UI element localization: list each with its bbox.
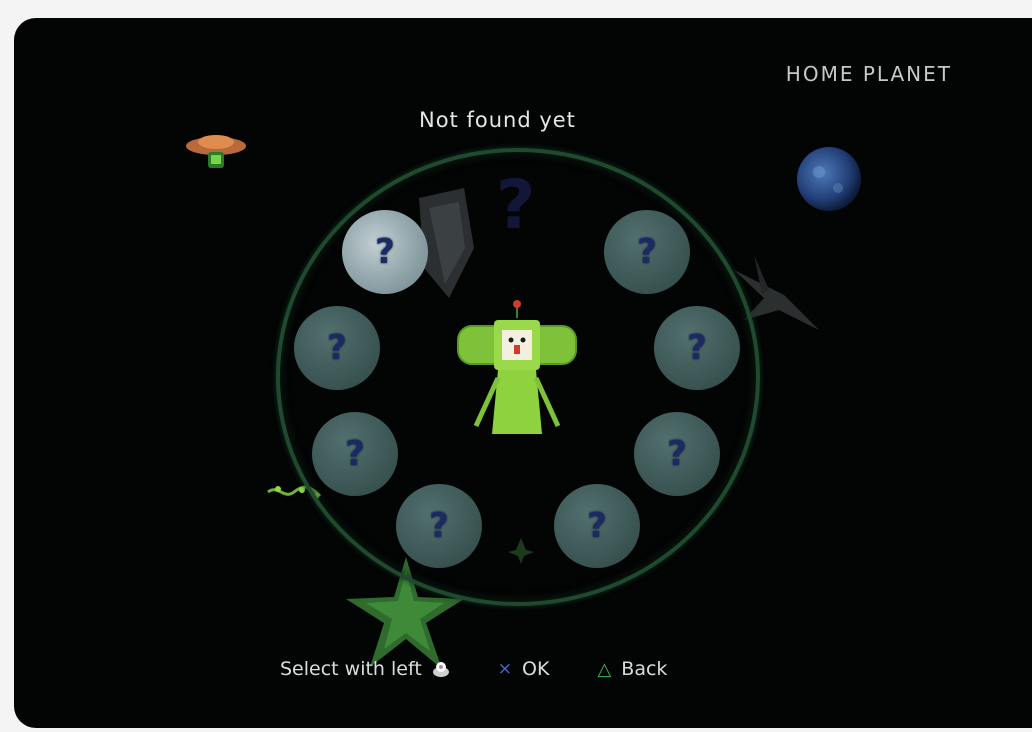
slot-1[interactable]: ? — [342, 210, 428, 294]
prince-character-icon — [457, 300, 577, 434]
controls-hint-bar: Select with left × OK △ Back — [280, 658, 667, 680]
question-mark-icon: ? — [375, 232, 395, 272]
slot-3[interactable]: ? — [294, 306, 380, 390]
left-stick-icon — [432, 662, 449, 677]
center-question-mark: ? — [496, 166, 536, 245]
slot-5[interactable]: ? — [312, 412, 398, 496]
question-mark-icon: ? — [687, 328, 707, 368]
game-screen: HOME PLANET Not found yet ? ? ? ? ? ? ? … — [14, 18, 1032, 728]
question-mark-icon: ? — [637, 232, 657, 272]
slot-8[interactable]: ? — [554, 484, 640, 568]
screen-title: HOME PLANET — [785, 62, 952, 86]
status-text: Not found yet — [419, 108, 576, 132]
question-mark-icon: ? — [667, 434, 687, 474]
back-label: Back — [621, 658, 668, 680]
question-mark-icon: ? — [345, 434, 365, 474]
slot-4[interactable]: ? — [654, 306, 740, 390]
planet-icon — [797, 147, 861, 211]
triangle-button-icon[interactable]: △ — [597, 659, 611, 680]
cross-button-icon[interactable]: × — [498, 659, 512, 679]
ok-label: OK — [522, 658, 550, 680]
select-hint-label: Select with left — [280, 658, 422, 680]
slot-2[interactable]: ? — [604, 210, 690, 294]
slot-7[interactable]: ? — [396, 484, 482, 568]
question-mark-icon: ? — [587, 506, 607, 546]
ufo-icon — [186, 135, 246, 168]
question-mark-icon: ? — [429, 506, 449, 546]
question-mark-icon: ? — [327, 328, 347, 368]
slot-6[interactable]: ? — [634, 412, 720, 496]
